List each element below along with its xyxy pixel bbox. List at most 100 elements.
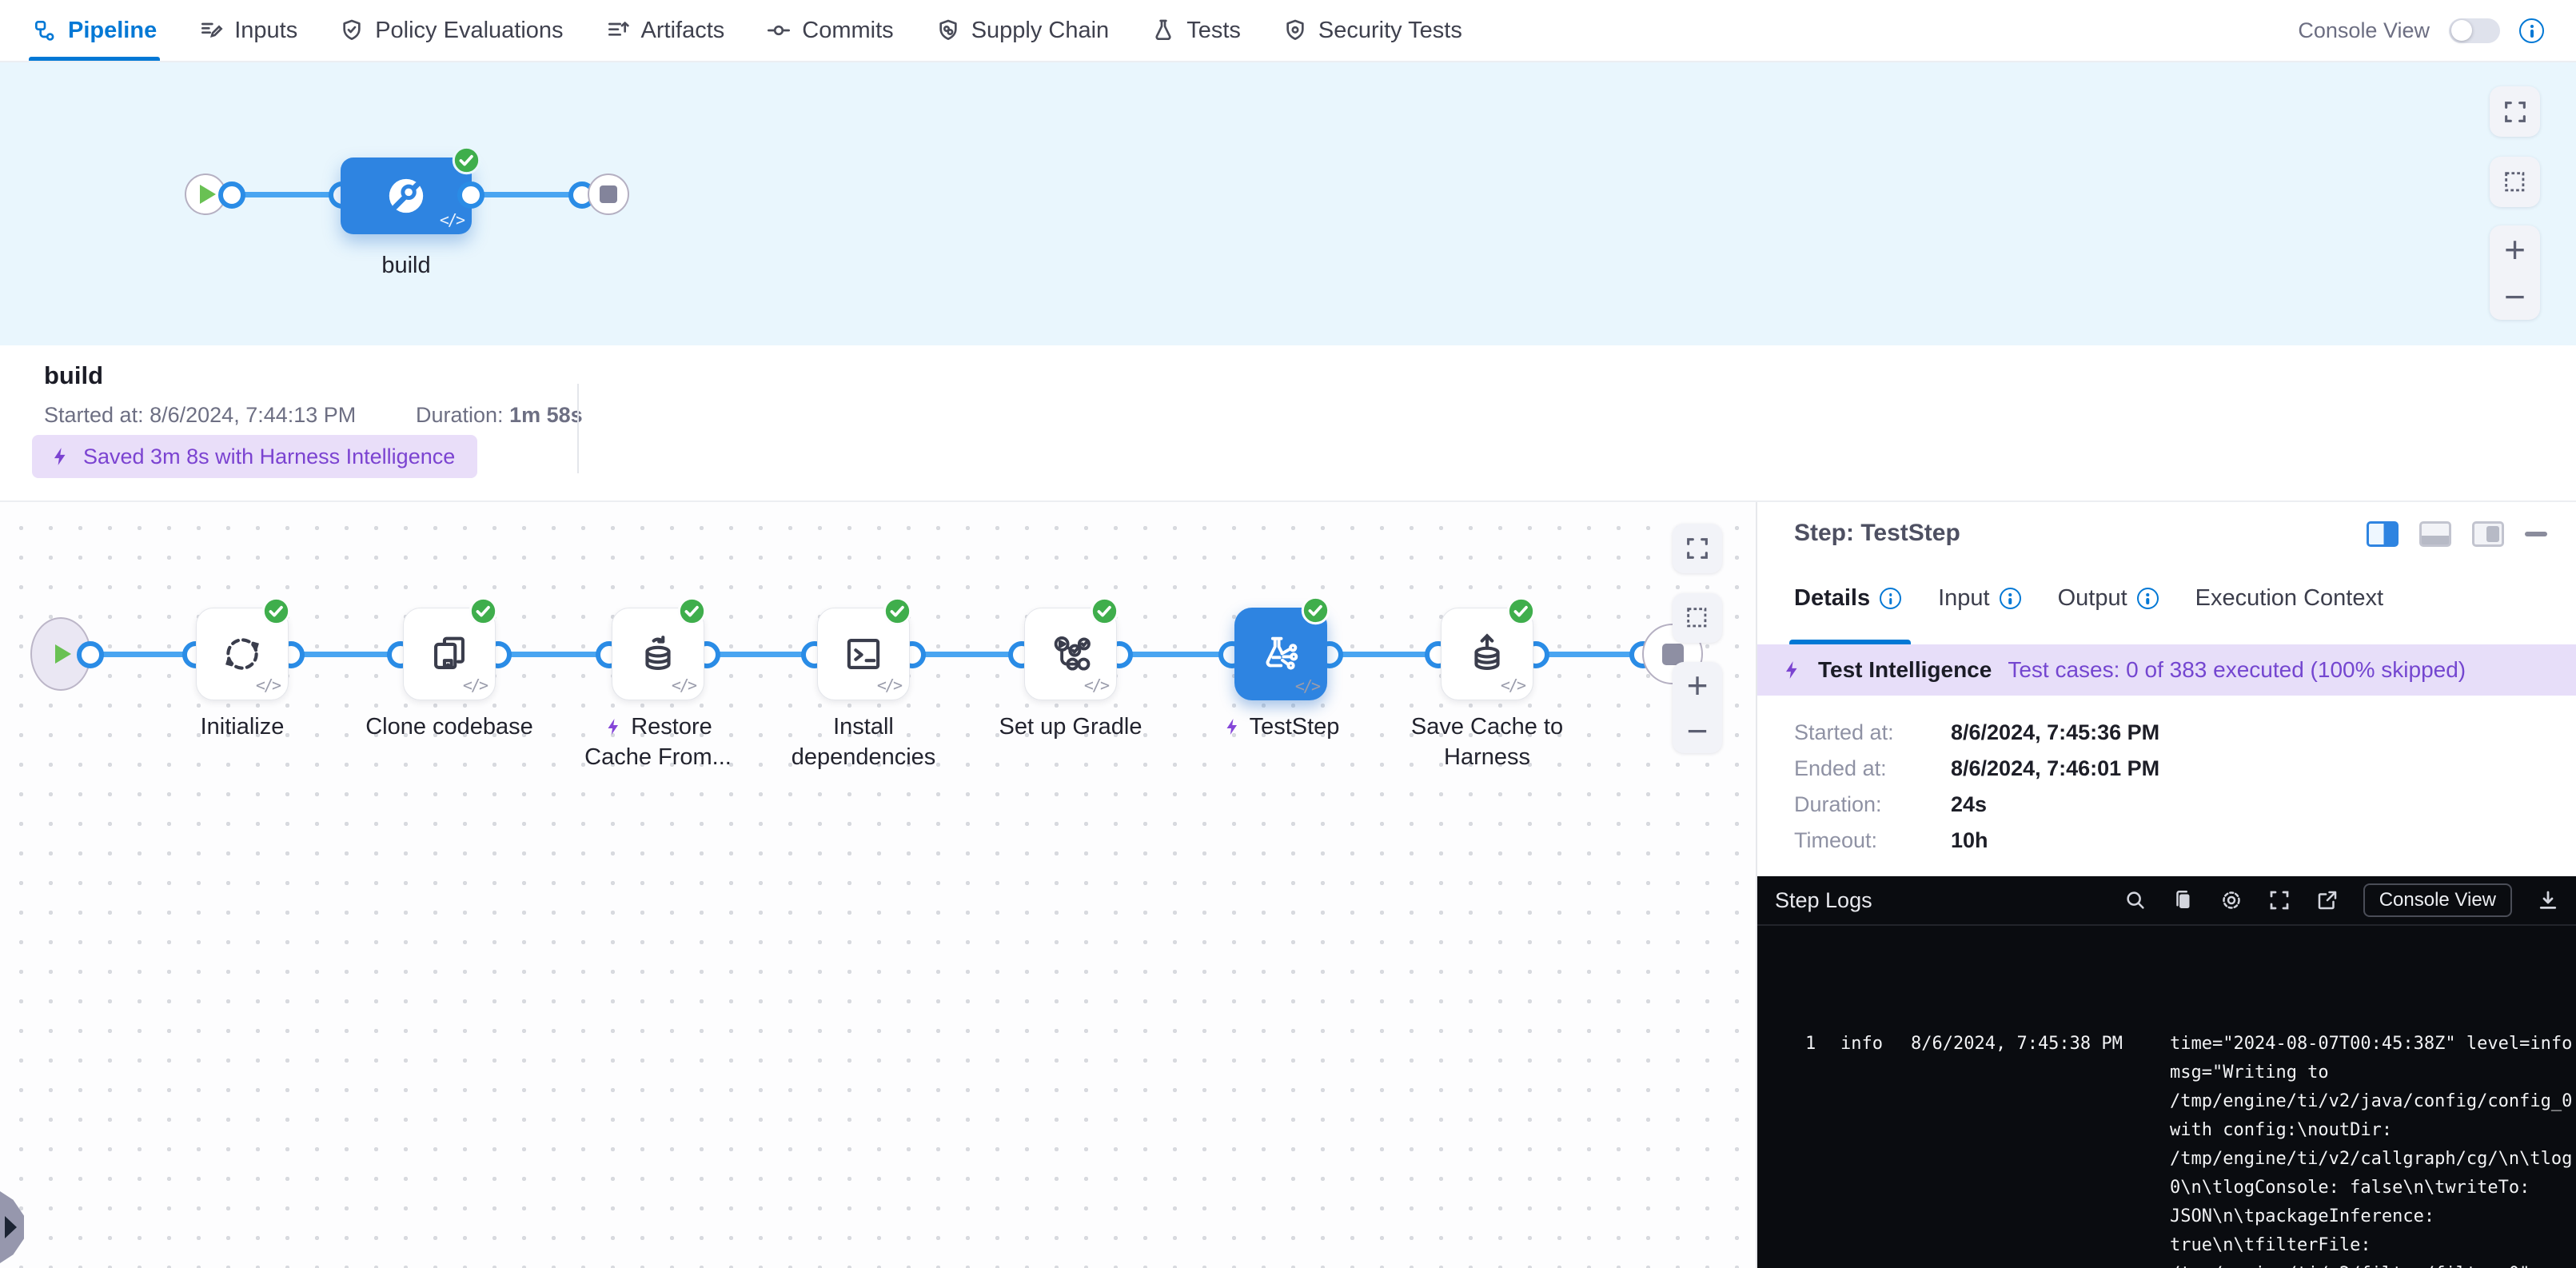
- banner-test-cases-link[interactable]: Test cases: 0 of 383 executed (100% skip…: [2008, 657, 2466, 683]
- tab-tests[interactable]: Tests: [1150, 0, 1241, 61]
- commits-icon: [766, 18, 792, 43]
- tab-execution-context[interactable]: Execution Context: [2195, 585, 2383, 612]
- console-view-toggle[interactable]: [2449, 18, 2500, 43]
- tab-label: Details: [1794, 585, 1870, 612]
- layout-bottom-panel-icon[interactable]: [2419, 521, 2451, 547]
- success-check-icon: [1506, 596, 1536, 626]
- detail-label: Duration:: [1794, 792, 1951, 817]
- tab-inputs[interactable]: Inputs: [198, 0, 297, 61]
- clone-codebase-icon: [426, 631, 473, 677]
- selection-marquee-button[interactable]: [1673, 593, 1722, 643]
- zoom-in-button[interactable]: +: [2504, 231, 2526, 268]
- step-node-restore-cache[interactable]: </> Restore Cache From...: [612, 608, 704, 700]
- step-node-initialize[interactable]: </> Initialize: [196, 608, 289, 700]
- step-logs-panel: Step Logs Console View 1 info: [1757, 876, 2576, 1268]
- step-label: Initialize: [122, 712, 362, 742]
- step-connector: [85, 652, 201, 657]
- layout-right-panel-icon[interactable]: [2472, 521, 2504, 547]
- console-view-button[interactable]: Console View: [2363, 883, 2512, 917]
- intelligence-badge-text: Saved 3m 8s with Harness Intelligence: [83, 445, 455, 469]
- detail-value: 8/6/2024, 7:46:01 PM: [1951, 756, 2159, 781]
- layout-split-right-icon[interactable]: [2367, 521, 2399, 547]
- info-icon[interactable]: [2137, 588, 2159, 609]
- code-glyph-icon: </>: [1501, 676, 1525, 695]
- step-label: Install dependencies: [744, 712, 983, 772]
- step-node-clone-codebase[interactable]: </> Clone codebase: [403, 608, 496, 700]
- copy-icon[interactable]: [2171, 888, 2195, 912]
- stage-node-build[interactable]: </>: [341, 158, 472, 234]
- settings-gear-icon[interactable]: [2219, 888, 2243, 912]
- tab-output[interactable]: Output: [2058, 585, 2159, 612]
- step-connector: [701, 652, 820, 657]
- stage-label: build: [341, 253, 472, 279]
- log-level: info: [1840, 1030, 1883, 1059]
- tab-label: Tests: [1186, 18, 1241, 44]
- info-icon[interactable]: [1880, 588, 1901, 609]
- step-node-teststep[interactable]: </> TestStep: [1234, 608, 1327, 700]
- bolt-icon: [1781, 660, 1802, 680]
- minimize-panel-icon[interactable]: [2525, 532, 2547, 536]
- download-icon[interactable]: [2536, 888, 2560, 912]
- tab-label: Artifacts: [641, 18, 725, 44]
- info-icon[interactable]: [2519, 18, 2544, 43]
- info-icon[interactable]: [2000, 588, 2021, 609]
- play-icon: [55, 644, 71, 664]
- build-summary-strip: build Started at: 8/6/2024, 7:44:13 PM D…: [0, 345, 2576, 502]
- code-glyph-icon: </>: [672, 676, 696, 695]
- success-check-icon: [883, 596, 912, 626]
- detail-row: Timeout:10h: [1794, 823, 2159, 859]
- step-logs-toolbar: Console View: [2123, 883, 2560, 917]
- nav-right-controls: Console View: [2298, 18, 2544, 43]
- stage-end-node[interactable]: [588, 173, 629, 215]
- build-title: build: [44, 361, 103, 390]
- tab-policy-evaluations[interactable]: Policy Evaluations: [339, 0, 563, 61]
- success-check-icon: [261, 596, 291, 626]
- duration-label: Duration:: [416, 403, 504, 427]
- detail-row: Started at:8/6/2024, 7:45:36 PM: [1794, 715, 2159, 751]
- tab-pipeline[interactable]: Pipeline: [32, 0, 157, 61]
- expand-canvas-button[interactable]: [1673, 524, 1722, 573]
- step-connector: [1530, 652, 1649, 657]
- zoom-out-button[interactable]: −: [2504, 278, 2526, 315]
- detail-value: 24s: [1951, 792, 1987, 817]
- harness-intelligence-bolt-icon: [1222, 717, 1242, 736]
- policy-icon: [339, 18, 365, 43]
- step-detail-rows: Started at:8/6/2024, 7:45:36 PM Ended at…: [1794, 715, 2159, 859]
- tab-input[interactable]: Input: [1938, 585, 2021, 612]
- expand-canvas-button[interactable]: [2490, 86, 2540, 137]
- stage-graph-canvas: </> build + −: [0, 62, 2576, 345]
- tab-supply-chain[interactable]: Supply Chain: [935, 0, 1110, 61]
- harness-intelligence-badge[interactable]: Saved 3m 8s with Harness Intelligence: [32, 435, 477, 478]
- restore-cache-icon: [635, 631, 681, 677]
- tab-details[interactable]: Details: [1794, 585, 1901, 612]
- code-glyph-icon: </>: [877, 676, 901, 695]
- zoom-out-button[interactable]: −: [1687, 712, 1709, 749]
- step-node-save-cache[interactable]: </> Save Cache to Harness: [1441, 608, 1533, 700]
- tab-security-tests[interactable]: Security Tests: [1282, 0, 1462, 61]
- tab-artifacts[interactable]: Artifacts: [605, 0, 725, 61]
- fullscreen-icon[interactable]: [2267, 888, 2291, 912]
- log-message: time="2024-08-07T00:45:38Z" level=info m…: [2170, 1030, 2573, 1268]
- play-icon: [200, 185, 216, 204]
- tests-flask-icon: [1150, 18, 1176, 43]
- step-node-install-dependencies[interactable]: </> Install dependencies: [817, 608, 910, 700]
- selection-marquee-button[interactable]: [2490, 157, 2540, 207]
- open-external-icon[interactable]: [2315, 888, 2339, 912]
- search-icon[interactable]: [2123, 888, 2147, 912]
- step-label: Set up Gradle: [951, 712, 1190, 742]
- bolt-icon: [50, 446, 70, 467]
- tab-commits[interactable]: Commits: [766, 0, 893, 61]
- step-logs-title: Step Logs: [1775, 888, 1872, 913]
- tab-label: Pipeline: [68, 18, 157, 44]
- tab-label: Policy Evaluations: [375, 18, 563, 44]
- detail-label: Ended at:: [1794, 756, 1951, 781]
- code-glyph-icon: </>: [463, 676, 487, 695]
- test-intelligence-banner: Test Intelligence Test cases: 0 of 383 e…: [1757, 644, 2576, 696]
- code-glyph-icon: </>: [440, 210, 464, 229]
- detail-value: 10h: [1951, 828, 1988, 853]
- pipeline-execution-screen: Pipeline Inputs Policy Evaluations Artif…: [0, 0, 2576, 1268]
- zoom-in-button[interactable]: +: [1687, 667, 1709, 704]
- step-node-set-up-gradle[interactable]: </> Set up Gradle: [1024, 608, 1117, 700]
- log-timestamp: 8/6/2024, 7:45:38 PM: [1911, 1030, 2123, 1059]
- terminal-icon: [840, 631, 887, 677]
